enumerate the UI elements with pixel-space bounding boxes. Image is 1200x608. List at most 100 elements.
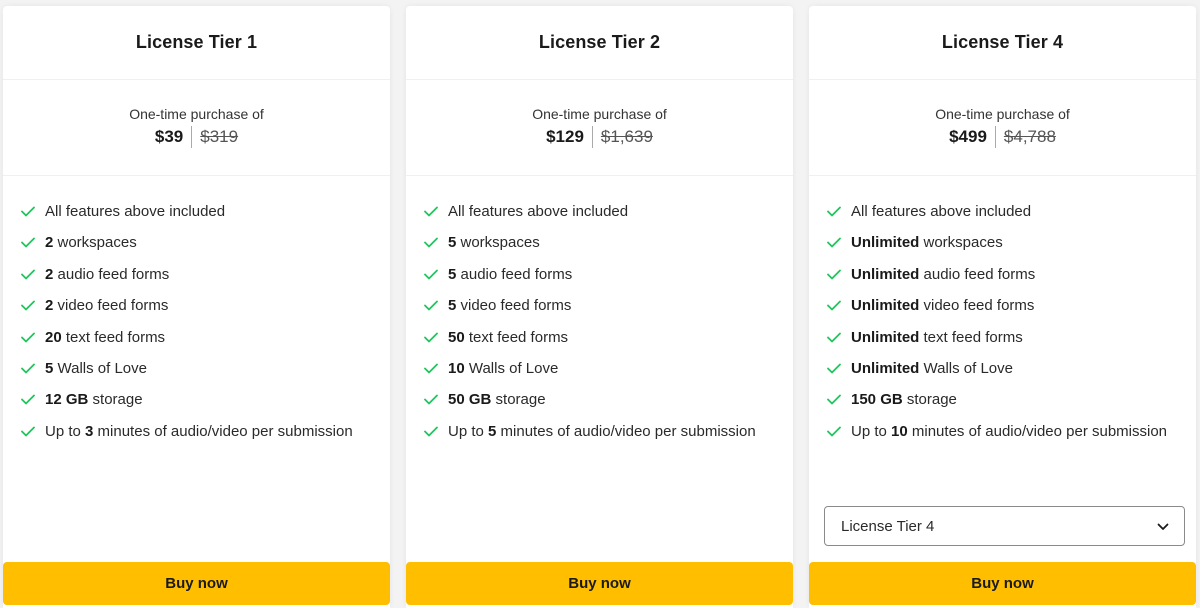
feature-item: 5 video feed forms xyxy=(424,294,775,317)
feature-quantity: 150 GB xyxy=(851,391,903,409)
feature-item: Up to 3 minutes of audio/video per submi… xyxy=(21,420,372,443)
original-price: $319 xyxy=(200,127,239,146)
feature-text: 150 GB storage xyxy=(851,388,957,411)
price-block: One-time purchase of $499 $4,788 xyxy=(809,80,1196,176)
buy-now-button[interactable]: Buy now xyxy=(406,562,793,605)
check-icon xyxy=(424,200,440,223)
feature-label: minutes of audio/video per submission xyxy=(907,422,1168,440)
check-icon xyxy=(21,231,37,254)
feature-text: All features above included xyxy=(448,200,628,223)
price-divider xyxy=(191,126,193,148)
check-icon xyxy=(827,357,843,380)
feature-text: Up to 3 minutes of audio/video per submi… xyxy=(45,420,353,443)
card-header: License Tier 4 xyxy=(809,6,1196,80)
feature-label: Walls of Love xyxy=(919,359,1014,377)
feature-label: audio feed forms xyxy=(53,265,170,283)
feature-item: 5 Walls of Love xyxy=(21,357,372,380)
check-icon xyxy=(827,200,843,223)
feature-label: Walls of Love xyxy=(464,359,559,377)
feature-text: 12 GB storage xyxy=(45,388,143,411)
feature-text: All features above included xyxy=(851,200,1031,223)
card-header: License Tier 1 xyxy=(3,6,390,80)
feature-item: 150 GB storage xyxy=(827,388,1178,411)
feature-item: 12 GB storage xyxy=(21,388,372,411)
feature-label: text feed forms xyxy=(464,328,569,346)
feature-item: 5 audio feed forms xyxy=(424,263,775,286)
feature-label: video feed forms xyxy=(53,297,169,315)
feature-label: text feed forms xyxy=(61,328,166,346)
feature-quantity: 50 GB xyxy=(448,391,492,409)
feature-item: 2 audio feed forms xyxy=(21,263,372,286)
feature-label: storage xyxy=(902,391,957,409)
feature-label: All features above included xyxy=(448,203,629,220)
feature-text: 20 text feed forms xyxy=(45,326,165,349)
price-row: $499 $4,788 xyxy=(809,126,1196,148)
feature-quantity: 10 xyxy=(891,422,908,440)
feature-item: 20 text feed forms xyxy=(21,326,372,349)
check-icon xyxy=(424,420,440,443)
tier-select-value: License Tier 4 xyxy=(841,517,935,535)
check-icon xyxy=(21,420,37,443)
pricing-card-2: License Tier 2 One-time purchase of $129… xyxy=(406,6,793,608)
feature-quantity: 20 xyxy=(45,328,62,346)
price-divider xyxy=(591,126,593,148)
feature-quantity: 10 xyxy=(448,359,465,377)
feature-item: Unlimited video feed forms xyxy=(827,294,1178,317)
feature-item: All features above included xyxy=(21,200,372,223)
feature-text: 50 GB storage xyxy=(448,388,546,411)
price-caption: One-time purchase of xyxy=(532,106,667,122)
feature-label: audio feed forms xyxy=(919,265,1036,283)
original-price: $4,788 xyxy=(1003,127,1056,146)
feature-label: video feed forms xyxy=(919,297,1035,315)
feature-text: Up to 5 minutes of audio/video per submi… xyxy=(448,420,756,443)
feature-quantity: Unlimited xyxy=(851,328,920,346)
feature-text: All features above included xyxy=(45,200,225,223)
feature-label: Walls of Love xyxy=(53,359,148,377)
feature-text: 2 workspaces xyxy=(45,231,137,254)
feature-text: 10 Walls of Love xyxy=(448,357,558,380)
feature-text: 5 workspaces xyxy=(448,231,540,254)
original-price: $1,639 xyxy=(600,127,653,146)
feature-label: workspaces xyxy=(456,234,540,252)
pricing-card-1: License Tier 1 One-time purchase of $39 … xyxy=(3,6,390,608)
feature-label: storage xyxy=(491,391,546,409)
feature-text: 2 video feed forms xyxy=(45,294,168,317)
feature-quantity: 12 GB xyxy=(45,391,89,409)
feature-text: Unlimited audio feed forms xyxy=(851,263,1035,286)
check-icon xyxy=(424,294,440,317)
current-price: $39 xyxy=(154,127,184,146)
feature-item: 50 GB storage xyxy=(424,388,775,411)
feature-list: All features above included Unlimited wor… xyxy=(809,176,1196,443)
feature-list: All features above included 2 workspaces 2… xyxy=(3,176,390,443)
check-icon xyxy=(21,357,37,380)
feature-label: minutes of audio/video per submission xyxy=(496,422,756,440)
check-icon xyxy=(424,231,440,254)
feature-quantity: Unlimited xyxy=(851,234,920,252)
price-block: One-time purchase of $129 $1,639 xyxy=(406,80,793,176)
feature-label: text feed forms xyxy=(919,328,1023,346)
feature-item: 5 workspaces xyxy=(424,231,775,254)
check-icon xyxy=(424,357,440,380)
feature-text: 5 Walls of Love xyxy=(45,357,147,380)
feature-quantity: 50 xyxy=(448,328,465,346)
feature-label: workspaces xyxy=(53,234,137,252)
feature-text: Unlimited Walls of Love xyxy=(851,357,1013,380)
check-icon xyxy=(827,388,843,411)
feature-list: All features above included 5 workspaces 5… xyxy=(406,176,793,443)
feature-item: 10 Walls of Love xyxy=(424,357,775,380)
buy-now-button[interactable]: Buy now xyxy=(809,562,1196,605)
feature-label: storage xyxy=(88,391,143,409)
feature-item: 2 workspaces xyxy=(21,231,372,254)
buy-now-button[interactable]: Buy now xyxy=(3,562,390,605)
feature-text: 2 audio feed forms xyxy=(45,263,169,286)
feature-text: Up to 10 minutes of audio/video per subm… xyxy=(851,420,1167,443)
feature-item: Unlimited audio feed forms xyxy=(827,263,1178,286)
feature-item: Up to 5 minutes of audio/video per submi… xyxy=(424,420,775,443)
feature-text: Unlimited workspaces xyxy=(851,231,1003,254)
price-block: One-time purchase of $39 $319 xyxy=(3,80,390,176)
tier-select[interactable]: License Tier 4 xyxy=(824,506,1185,546)
feature-item: 50 text feed forms xyxy=(424,326,775,349)
chevron-down-icon[interactable] xyxy=(1157,518,1169,535)
check-icon xyxy=(827,231,843,254)
feature-label: All features above included xyxy=(851,203,1032,220)
